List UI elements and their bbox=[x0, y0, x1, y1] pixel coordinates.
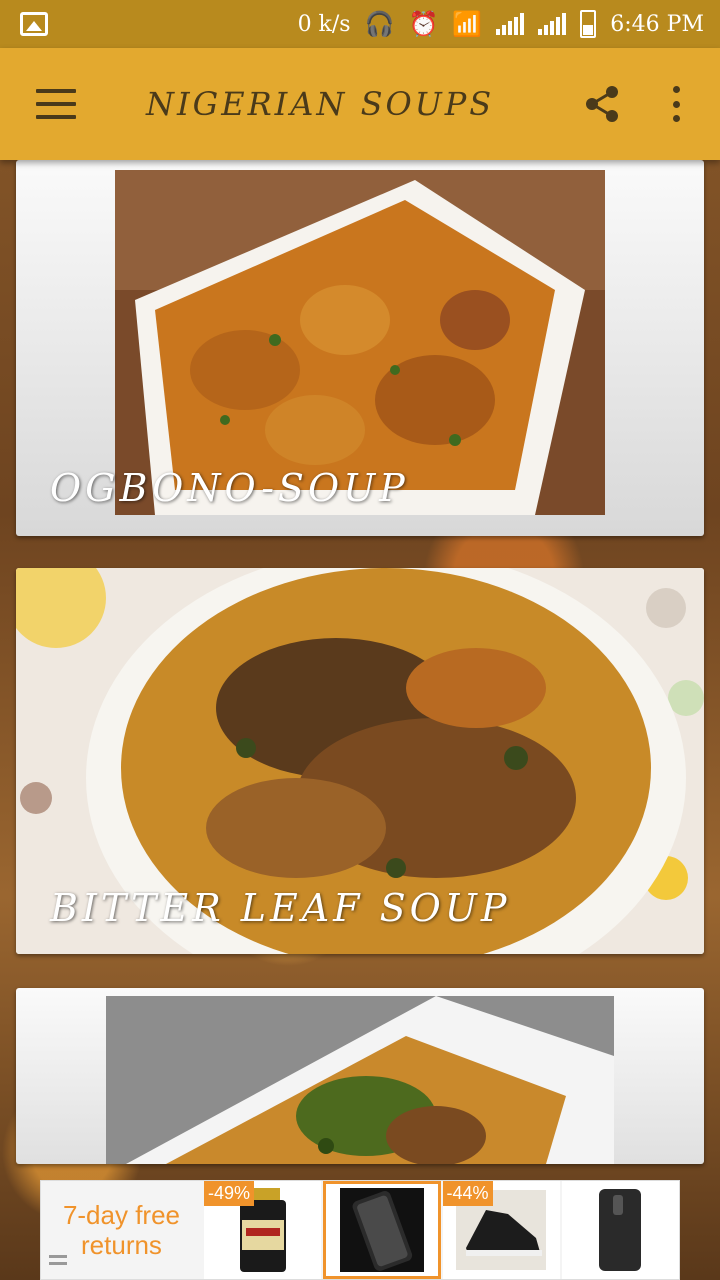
ad-product-phone-back[interactable] bbox=[561, 1181, 679, 1279]
app-title: NIGERIAN SOUPS bbox=[146, 85, 495, 123]
phone-case-icon bbox=[339, 1188, 424, 1272]
hamburger-menu-icon[interactable] bbox=[36, 89, 76, 119]
soup-label: BITTER LEAF SOUP bbox=[50, 886, 511, 930]
status-indicators: 0 k/s 🎧 ⏰ 📶 6:46 PM bbox=[298, 10, 704, 38]
ad-product-sneaker[interactable]: -44% bbox=[442, 1181, 560, 1279]
soup-3-image bbox=[106, 996, 614, 1164]
discount-badge: -44% bbox=[442, 1181, 493, 1206]
ad-headline-line2: returns bbox=[81, 1230, 162, 1260]
headphones-icon: 🎧 bbox=[364, 10, 395, 38]
soup-card-bitter-leaf[interactable]: BITTER LEAF SOUP bbox=[16, 568, 704, 954]
ad-menu-icon[interactable] bbox=[49, 1255, 67, 1265]
ad-headline-line1: 7-day free bbox=[62, 1200, 181, 1230]
soup-label: OGBONO-SOUP bbox=[50, 466, 409, 510]
app-bar: NIGERIAN SOUPS bbox=[0, 48, 720, 160]
ogbono-soup-image bbox=[115, 170, 605, 515]
ad-banner[interactable]: 7-day free returns -49% -44% bbox=[40, 1180, 680, 1280]
signal-2-icon bbox=[538, 13, 567, 35]
alarm-icon: ⏰ bbox=[408, 10, 439, 38]
status-bar: 0 k/s 🎧 ⏰ 📶 6:46 PM bbox=[0, 0, 720, 48]
ad-headline[interactable]: 7-day free returns bbox=[41, 1181, 202, 1279]
net-speed: 0 k/s bbox=[297, 11, 351, 37]
ad-product-phone-case[interactable] bbox=[323, 1181, 441, 1279]
share-icon[interactable] bbox=[582, 84, 622, 124]
ad-product-supplement[interactable]: -49% bbox=[203, 1181, 322, 1279]
clock: 6:46 PM bbox=[610, 11, 704, 37]
signal-icon bbox=[496, 13, 525, 35]
phone-back-icon bbox=[599, 1189, 642, 1271]
soup-card-ogbono[interactable]: OGBONO-SOUP bbox=[16, 160, 704, 536]
wifi-icon: 📶 bbox=[452, 10, 483, 38]
more-options-icon[interactable] bbox=[664, 84, 688, 124]
battery-icon bbox=[580, 10, 597, 38]
soup-card-3[interactable] bbox=[16, 988, 704, 1164]
discount-badge: -49% bbox=[203, 1181, 254, 1206]
gallery-notification-icon bbox=[20, 12, 48, 36]
